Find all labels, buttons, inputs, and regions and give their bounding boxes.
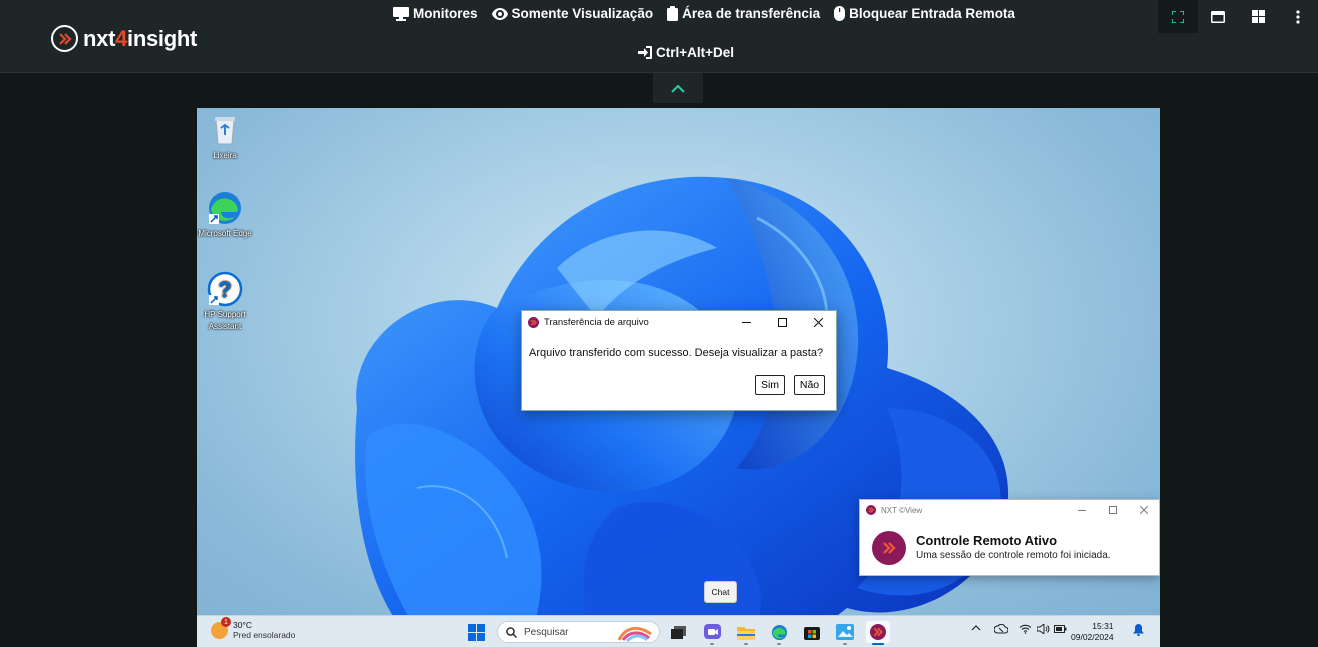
svg-text:?: ? — [218, 277, 231, 302]
ctrl-alt-del-button[interactable]: Ctrl+Alt+Del — [638, 45, 734, 60]
yes-button[interactable]: Sim — [755, 375, 785, 395]
search-placeholder: Pesquisar — [524, 626, 569, 638]
window-mode-button[interactable] — [1198, 0, 1238, 33]
weather-temp: 30°C — [233, 620, 252, 630]
dialog-maximize-button[interactable] — [764, 311, 800, 333]
windows-key-button[interactable] — [1238, 0, 1278, 33]
edge-icon — [209, 192, 241, 224]
toast-text: Uma sessão de controle remoto foi inicia… — [916, 550, 1111, 561]
teams-icon — [703, 623, 721, 639]
taskbar-file-explorer[interactable] — [734, 621, 758, 645]
windows-logo-icon — [468, 624, 485, 641]
task-view-icon — [670, 625, 686, 639]
close-icon — [1139, 506, 1148, 514]
search-icon — [506, 626, 517, 638]
weather-badge: 1 — [221, 617, 231, 627]
view-only-menu[interactable]: Somente Visualização — [491, 5, 653, 22]
volume-tray-icon[interactable] — [1037, 624, 1050, 634]
onedrive-tray-icon[interactable] — [994, 624, 1008, 634]
monitor-icon — [393, 6, 409, 21]
dialog-minimize-button[interactable] — [728, 311, 764, 333]
hp-support-icon: ? — [207, 271, 243, 307]
maximize-icon — [777, 317, 787, 327]
dialog-title: Transferência de arquivo — [544, 316, 649, 328]
sign-in-icon — [638, 46, 652, 59]
show-hidden-icons-button[interactable] — [971, 624, 981, 631]
clock-date: 09/02/2024 — [1071, 632, 1114, 642]
viewer-toolbar: nxt4insight Monitores Somente Visualizaç… — [0, 0, 1318, 73]
weather-desc: Pred ensolarado — [233, 630, 296, 640]
fullscreen-icon — [1172, 10, 1184, 23]
file-transfer-dialog: Transferência de arquivo Arquivo transfe… — [521, 310, 837, 411]
desktop-icon-hp-support[interactable]: ? HP Support Assistant — [197, 271, 253, 333]
taskbar-search[interactable]: Pesquisar — [497, 621, 660, 643]
chevron-up-icon — [671, 83, 685, 93]
block-input-menu[interactable]: Bloquear Entrada Remota — [834, 5, 1015, 22]
speaker-icon — [1037, 624, 1050, 634]
monitors-menu[interactable]: Monitores — [393, 5, 478, 22]
taskbar-photos[interactable] — [833, 621, 857, 645]
wifi-icon — [1019, 624, 1032, 634]
network-tray-icon[interactable] — [1019, 624, 1032, 634]
toast-minimize-button[interactable] — [1066, 500, 1097, 520]
viewer-right-tools — [1158, 0, 1318, 33]
minimize-icon — [1077, 509, 1086, 511]
sun-icon: 1 — [211, 617, 231, 639]
nxt-app-icon — [528, 316, 539, 328]
edge-icon — [771, 624, 787, 640]
store-icon — [804, 627, 820, 640]
fullscreen-button[interactable] — [1158, 0, 1198, 33]
toast-title: Controle Remoto Ativo — [916, 533, 1058, 548]
taskbar-task-view[interactable] — [666, 621, 690, 643]
remote-control-notification[interactable]: NXT ©View Controle Remoto Ativo Uma sess… — [859, 499, 1160, 576]
window-icon — [1211, 10, 1225, 23]
taskbar-nxt-view[interactable] — [866, 621, 890, 645]
toast-maximize-button[interactable] — [1097, 500, 1128, 520]
chevron-up-icon — [971, 625, 981, 631]
chat-tooltip: Chat — [704, 581, 737, 603]
more-options-button[interactable] — [1278, 0, 1318, 33]
windows-taskbar: 1 30°C Pred ensolarado Pesquisar 15:31 0… — [197, 615, 1160, 647]
taskbar-clock[interactable]: 15:31 09/02/2024 — [1071, 621, 1114, 643]
mouse-icon — [834, 6, 846, 21]
start-button[interactable] — [468, 624, 485, 646]
nxt-logo-icon — [872, 531, 906, 565]
taskbar-teams-chat[interactable] — [700, 621, 724, 645]
cloud-icon — [994, 624, 1008, 634]
file-explorer-icon — [737, 626, 755, 640]
dialog-message: Arquivo transferido com sucesso. Deseja … — [529, 347, 824, 359]
collapse-toolbar-button[interactable] — [653, 73, 703, 103]
minimize-icon — [741, 321, 751, 323]
clipboard-menu[interactable]: Área de transferência — [667, 5, 820, 22]
clipboard-icon — [667, 6, 679, 21]
search-highlight-art — [617, 626, 652, 642]
notifications-button[interactable] — [1133, 624, 1144, 636]
no-button[interactable]: Não — [794, 375, 825, 395]
battery-tray-icon[interactable] — [1054, 624, 1067, 634]
desktop-icon-edge[interactable]: Microsoft Edge — [197, 190, 253, 240]
more-icon — [1296, 9, 1300, 24]
dialog-close-button[interactable] — [800, 311, 836, 333]
maximize-icon — [1108, 506, 1117, 514]
recycle-bin-icon — [215, 117, 235, 145]
toast-close-button[interactable] — [1128, 500, 1159, 520]
clock-time: 15:31 — [1092, 621, 1114, 631]
bell-icon — [1133, 624, 1144, 636]
desktop-icon-recycle-bin[interactable]: Lixeira — [197, 112, 253, 162]
app-logo: nxt4insight — [51, 25, 197, 52]
taskbar-edge[interactable] — [767, 621, 791, 645]
viewer-menu: Monitores Somente Visualização Área de t… — [393, 5, 1015, 22]
nxt-app-icon — [866, 505, 876, 515]
logo-chevron-icon — [51, 25, 78, 52]
battery-plug-icon — [1054, 625, 1067, 633]
taskbar-store[interactable] — [800, 621, 824, 643]
close-icon — [813, 317, 823, 327]
windows-logo-icon — [1251, 10, 1265, 23]
eye-icon — [491, 7, 508, 20]
toast-app-name: NXT ©View — [881, 505, 923, 515]
nxt-view-icon — [870, 624, 886, 640]
weather-widget[interactable]: 1 30°C Pred ensolarado — [211, 617, 296, 641]
remote-desktop[interactable]: Lixeira Microsoft Edge ? HP Support Assi… — [197, 108, 1160, 647]
photos-icon — [836, 624, 854, 640]
